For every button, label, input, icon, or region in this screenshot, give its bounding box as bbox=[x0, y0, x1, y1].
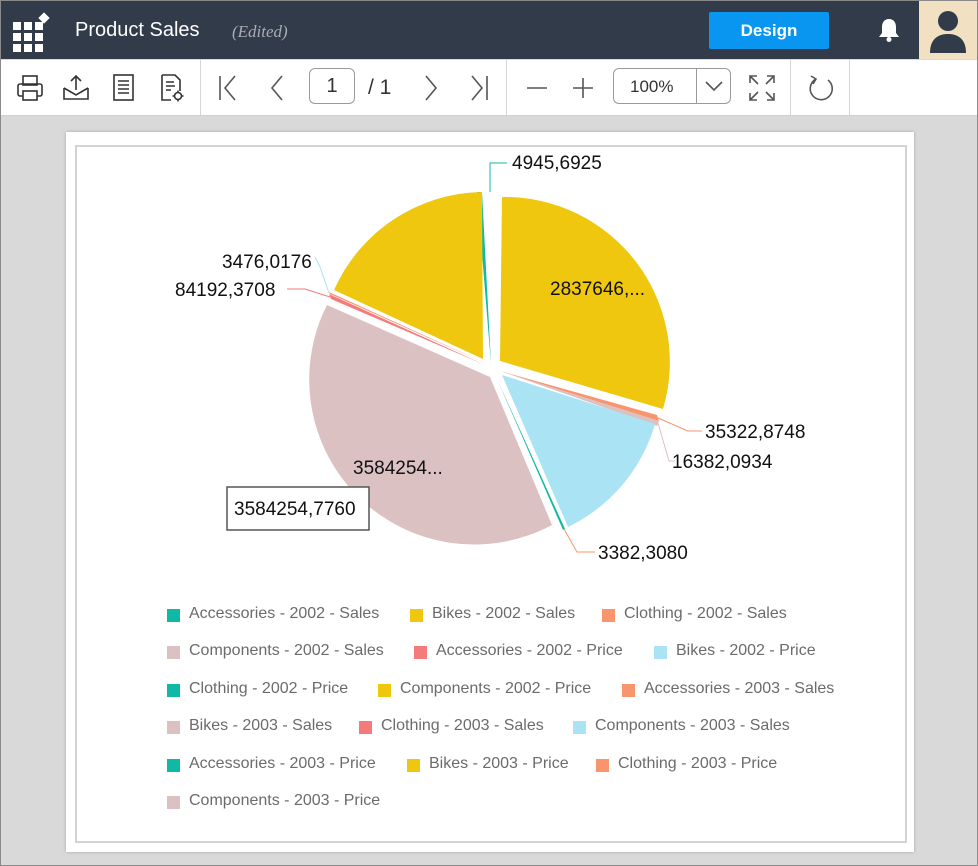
legend-swatch bbox=[622, 684, 635, 697]
previous-page-icon[interactable] bbox=[261, 73, 291, 103]
data-label: 4945,6925 bbox=[512, 153, 602, 174]
data-label: 84192,3708 bbox=[175, 280, 275, 301]
design-button[interactable]: Design bbox=[709, 12, 829, 49]
refresh-icon[interactable] bbox=[806, 73, 836, 103]
legend-swatch bbox=[359, 721, 372, 734]
pie-chart: 4945,6925 2837646,... 35322,8748 16382,0… bbox=[175, 153, 805, 564]
data-label: 35322,8748 bbox=[705, 422, 805, 443]
legend-swatch bbox=[654, 646, 667, 659]
legend-swatch bbox=[167, 759, 180, 772]
toolbar-separator bbox=[790, 60, 791, 115]
connector-line bbox=[489, 162, 507, 192]
legend-swatch bbox=[596, 759, 609, 772]
report-body: 4945,6925 2837646,... 35322,8748 16382,0… bbox=[75, 145, 907, 843]
connector-line bbox=[657, 417, 702, 432]
export-icon[interactable] bbox=[61, 73, 91, 103]
connector-line bbox=[563, 528, 595, 553]
document-icon[interactable] bbox=[109, 73, 139, 103]
next-page-icon[interactable] bbox=[417, 73, 447, 103]
connector-line bbox=[287, 288, 331, 298]
legend-swatch bbox=[602, 609, 615, 622]
legend-swatch bbox=[407, 759, 420, 772]
legend-swatch bbox=[378, 684, 391, 697]
zoom-in-icon[interactable] bbox=[568, 73, 598, 103]
legend-swatch bbox=[410, 609, 423, 622]
toolbar-separator bbox=[200, 60, 201, 115]
pie-slice-bikes-2002-sales[interactable] bbox=[500, 196, 670, 409]
legend-swatch bbox=[414, 646, 427, 659]
legend-swatch bbox=[167, 796, 180, 809]
bell-icon[interactable] bbox=[877, 17, 901, 43]
print-icon[interactable] bbox=[15, 73, 45, 103]
toolbar-separator bbox=[506, 60, 507, 115]
top-bar: Product Sales (Edited) Design bbox=[1, 1, 977, 59]
apps-grid-icon[interactable] bbox=[13, 12, 50, 52]
data-label: 16382,0934 bbox=[672, 452, 773, 473]
legend-swatch bbox=[167, 609, 180, 622]
data-label: 3382,3080 bbox=[598, 543, 688, 564]
toolbar-separator bbox=[849, 60, 850, 115]
page-title: Product Sales bbox=[75, 19, 200, 41]
legend-swatch bbox=[573, 721, 586, 734]
avatar[interactable] bbox=[919, 1, 977, 59]
legend-swatch bbox=[167, 684, 180, 697]
report-page: 4945,6925 2837646,... 35322,8748 16382,0… bbox=[66, 132, 914, 852]
data-label: 3584254... bbox=[353, 458, 443, 479]
chevron-down-icon[interactable] bbox=[704, 79, 724, 93]
zoom-out-icon[interactable] bbox=[522, 73, 552, 103]
data-label: 2837646,... bbox=[550, 279, 645, 300]
zoom-divider bbox=[696, 69, 697, 103]
tooltip-text: 3584254,7760 bbox=[234, 499, 356, 520]
page-number-input[interactable] bbox=[309, 68, 355, 104]
data-label: 3476,0176 bbox=[222, 252, 312, 273]
edited-status: (Edited) bbox=[232, 22, 288, 41]
page-setup-icon[interactable] bbox=[157, 73, 187, 103]
page-total: / 1 bbox=[368, 76, 392, 99]
legend-swatch bbox=[167, 721, 180, 734]
first-page-icon[interactable] bbox=[213, 73, 243, 103]
legend-swatch bbox=[167, 646, 180, 659]
zoom-select[interactable]: 100% bbox=[613, 68, 731, 104]
report-toolbar: / 1 100% bbox=[1, 60, 977, 116]
fit-page-icon[interactable] bbox=[747, 73, 777, 103]
connector-line bbox=[314, 256, 330, 294]
last-page-icon[interactable] bbox=[464, 73, 494, 103]
user-icon bbox=[930, 11, 966, 53]
zoom-value: 100% bbox=[630, 77, 674, 96]
